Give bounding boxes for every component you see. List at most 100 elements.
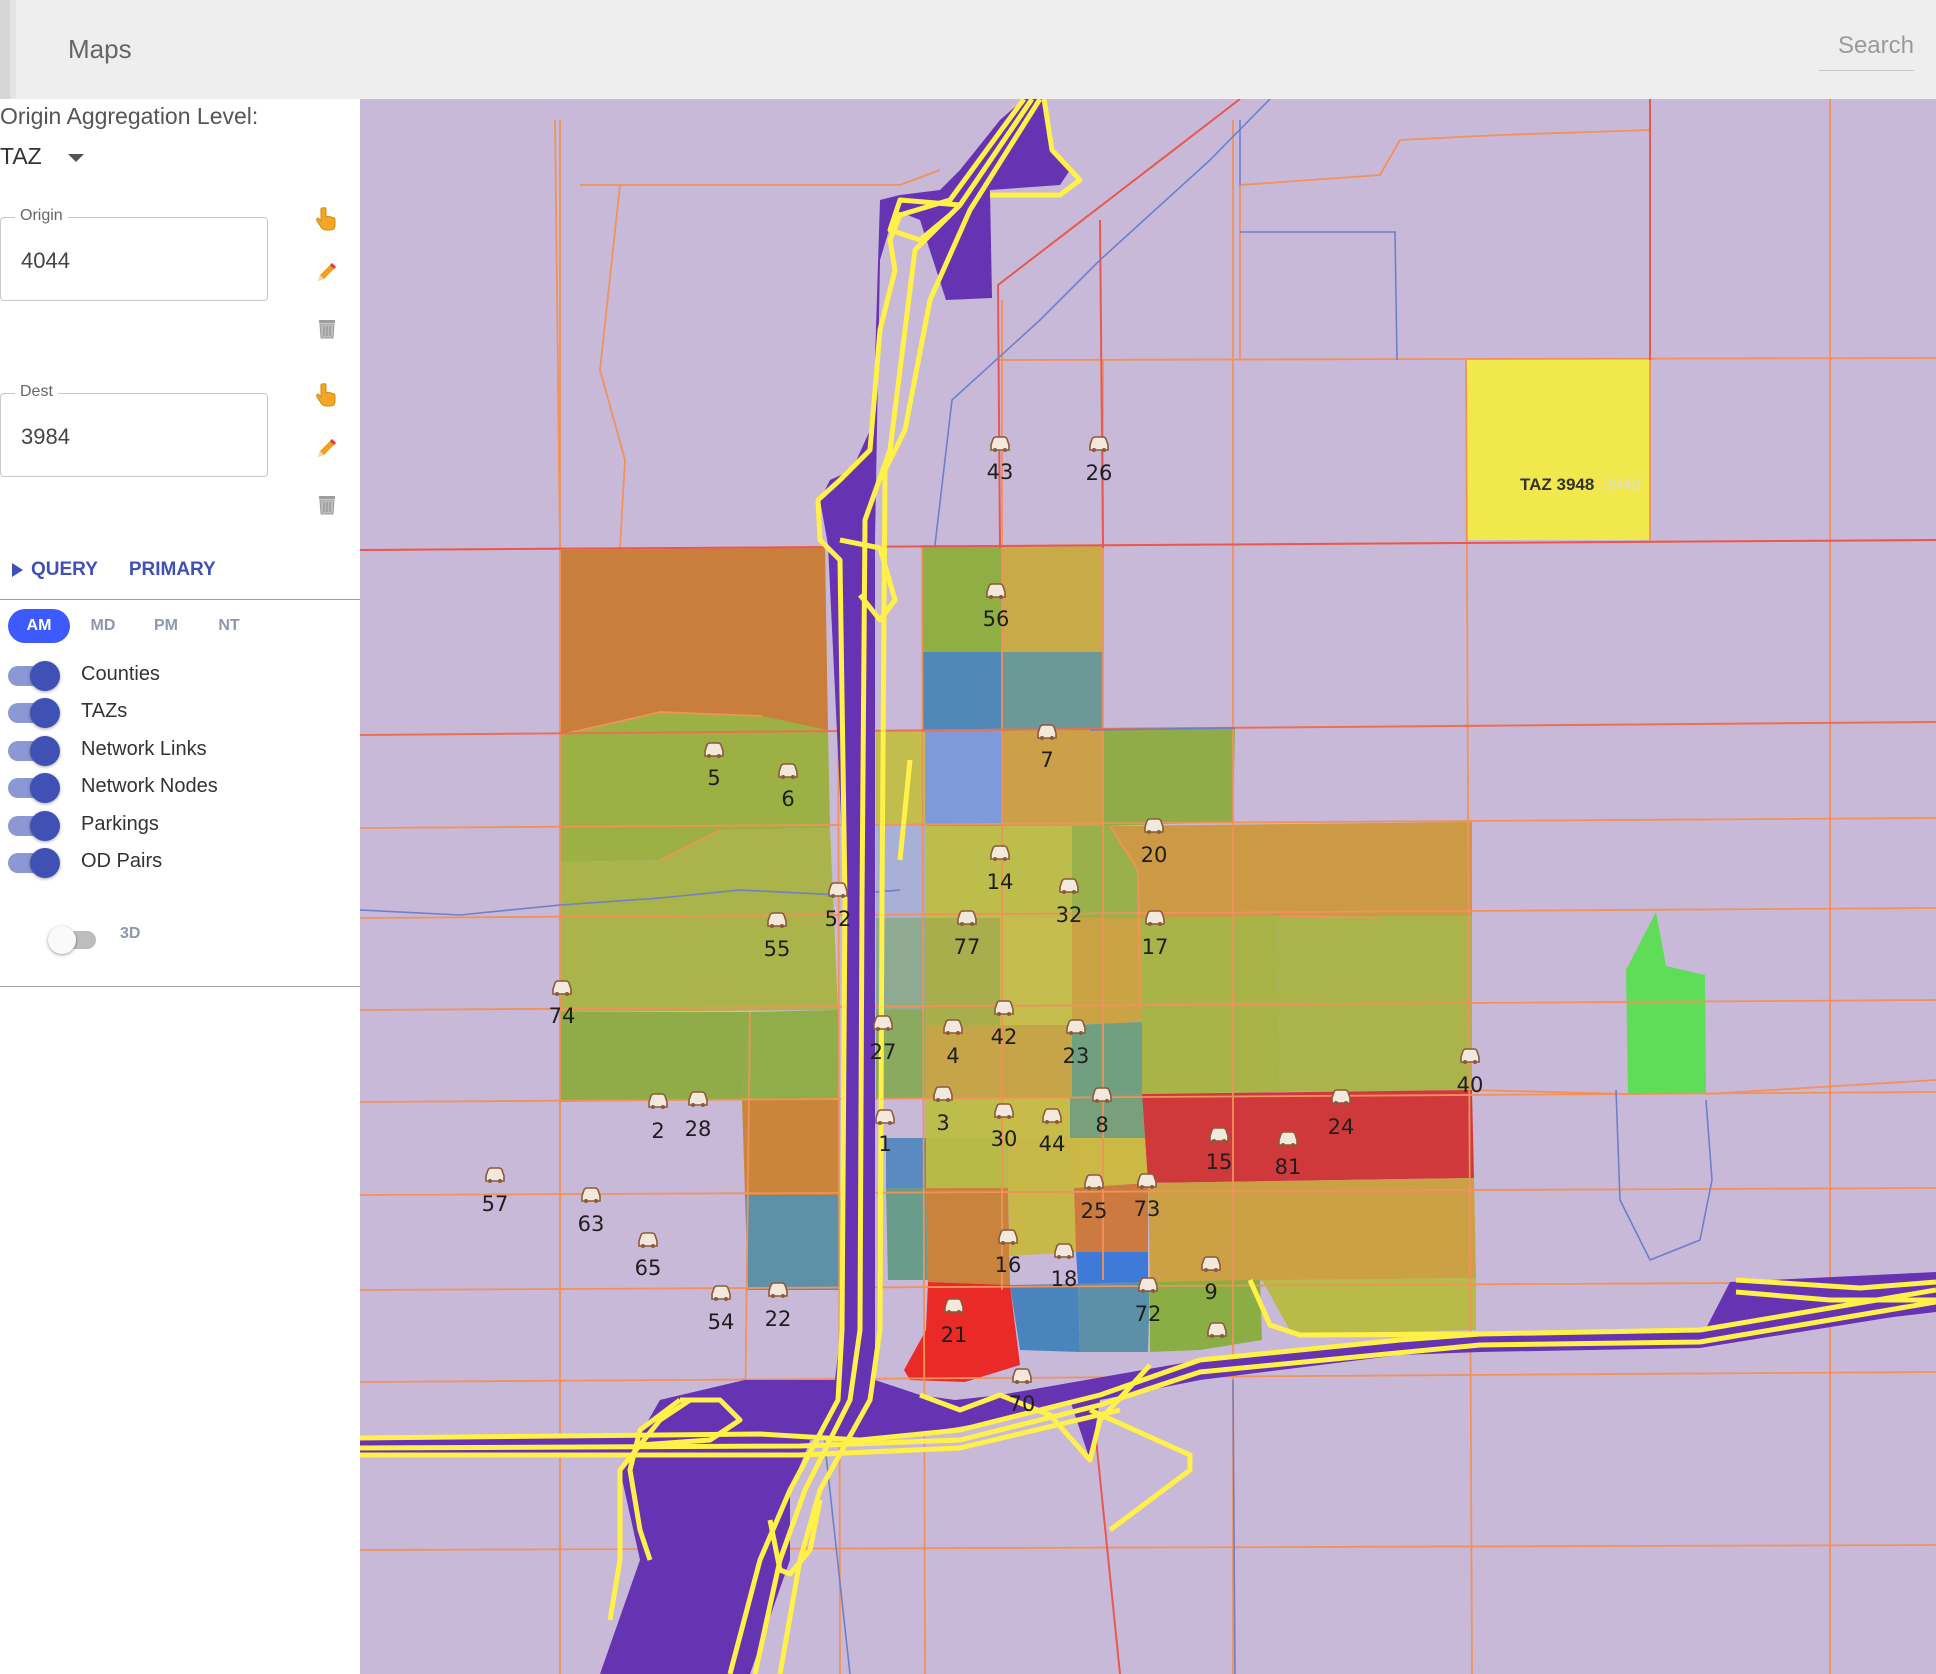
- toggle-3d[interactable]: [48, 926, 98, 954]
- toggle-switch[interactable]: [8, 848, 60, 878]
- taz-zone[interactable]: [745, 1195, 845, 1290]
- parking-marker[interactable]: 24: [1328, 1089, 1355, 1139]
- primary-button[interactable]: PRIMARY: [129, 559, 216, 580]
- parking-marker[interactable]: 81: [1275, 1131, 1302, 1179]
- taz-zone[interactable]: [742, 1100, 840, 1195]
- trash-icon[interactable]: [314, 315, 340, 341]
- parking-marker[interactable]: 27: [870, 1015, 897, 1064]
- taz-zone[interactable]: [1110, 822, 1472, 918]
- tab-pm[interactable]: PM: [135, 609, 197, 643]
- taz-zone[interactable]: [1010, 1284, 1080, 1352]
- parking-marker[interactable]: 40: [1457, 1048, 1484, 1097]
- pencil-icon[interactable]: [314, 259, 340, 285]
- parking-marker[interactable]: 57: [482, 1167, 509, 1216]
- parking-marker[interactable]: 2: [648, 1093, 668, 1143]
- parking-marker[interactable]: 74: [549, 980, 576, 1028]
- taz-zone[interactable]: [922, 652, 1002, 730]
- parking-marker[interactable]: 42: [991, 1000, 1018, 1049]
- car-icon: [933, 1086, 953, 1103]
- taz-zone[interactable]: [925, 730, 1002, 826]
- taz-zone[interactable]: [886, 1138, 926, 1188]
- parking-marker[interactable]: 1: [875, 1109, 895, 1156]
- car-icon: [873, 1015, 893, 1032]
- car-icon: [998, 1229, 1018, 1246]
- parking-marker[interactable]: 5: [704, 742, 724, 790]
- car-icon: [778, 763, 798, 780]
- taz-zone[interactable]: [560, 1012, 750, 1102]
- parking-marker[interactable]: 4: [943, 1019, 963, 1068]
- parking-marker[interactable]: 8: [1092, 1087, 1112, 1137]
- tab-md[interactable]: MD: [72, 609, 134, 643]
- hand-pointer-icon[interactable]: [314, 205, 340, 231]
- parking-marker[interactable]: 18: [1051, 1243, 1078, 1291]
- aggregation-level-select[interactable]: TAZ: [0, 143, 85, 170]
- parking-marker[interactable]: 63: [578, 1187, 605, 1236]
- parking-marker[interactable]: 20: [1141, 818, 1168, 867]
- tab-nt[interactable]: NT: [198, 609, 260, 643]
- parking-label: 14: [987, 870, 1014, 894]
- toggle-switch[interactable]: [8, 811, 60, 841]
- tab-am[interactable]: AM: [8, 609, 70, 643]
- taz-zone[interactable]: [560, 548, 828, 735]
- parking-marker[interactable]: 28: [685, 1091, 712, 1141]
- parking-marker[interactable]: 23: [1063, 1019, 1090, 1068]
- taz-zone[interactable]: [1103, 728, 1235, 826]
- search-input[interactable]: Search: [1819, 30, 1914, 71]
- taz-zone[interactable]: [1148, 1178, 1476, 1282]
- parking-marker[interactable]: 22: [765, 1282, 792, 1331]
- taz-zone[interactable]: [742, 1010, 838, 1100]
- parking-marker[interactable]: 73: [1134, 1173, 1161, 1221]
- parking-marker[interactable]: 55: [764, 912, 791, 961]
- taz-zone[interactable]: [1002, 545, 1103, 652]
- car-icon: [994, 1103, 1014, 1120]
- car-icon: [1092, 1087, 1112, 1104]
- parking-marker[interactable]: 14: [987, 845, 1014, 894]
- parking-marker[interactable]: 56: [983, 583, 1010, 631]
- taz-zone[interactable]: [886, 1188, 928, 1280]
- taz-zone-selected[interactable]: [1466, 359, 1650, 540]
- toggle-switch[interactable]: [8, 773, 60, 803]
- parking-marker[interactable]: 30: [991, 1103, 1018, 1151]
- parking-marker[interactable]: 44: [1039, 1108, 1066, 1156]
- parking-marker[interactable]: 32: [1056, 878, 1083, 927]
- pencil-icon[interactable]: [314, 435, 340, 461]
- parking-marker[interactable]: 7: [1037, 724, 1057, 772]
- parking-marker[interactable]: 43: [987, 436, 1014, 484]
- taz-zone[interactable]: [1072, 918, 1142, 1025]
- taz-zone[interactable]: [1626, 912, 1706, 1094]
- parking-marker[interactable]: 54: [708, 1285, 735, 1334]
- toggle-switch[interactable]: [8, 661, 60, 691]
- taz-zone[interactable]: [1262, 1278, 1476, 1334]
- parking-marker[interactable]: 72: [1135, 1277, 1162, 1326]
- taz-zone[interactable]: [1076, 1252, 1148, 1284]
- parking-marker[interactable]: 9: [1201, 1256, 1221, 1304]
- parking-marker[interactable]: 3: [933, 1086, 953, 1135]
- taz-zone[interactable]: [1002, 730, 1103, 826]
- parking-marker[interactable]: 6: [778, 763, 798, 811]
- parking-marker[interactable]: 65: [635, 1232, 662, 1280]
- toggle-switch[interactable]: [8, 736, 60, 766]
- parking-marker[interactable]: 26: [1086, 436, 1113, 485]
- toggle-switch[interactable]: [8, 698, 60, 728]
- query-button[interactable]: QUERY: [12, 559, 98, 580]
- parking-marker[interactable]: 17: [1142, 910, 1169, 959]
- map-canvas[interactable]: TAZ 3948 3948 43 26 56 7 5 6 20 14 32 52…: [360, 99, 1936, 1674]
- hand-pointer-icon[interactable]: [314, 381, 340, 407]
- car-icon: [1201, 1256, 1221, 1273]
- taz-zone[interactable]: [1142, 1090, 1474, 1183]
- parking-marker[interactable]: 25: [1081, 1174, 1108, 1223]
- trash-icon[interactable]: [314, 491, 340, 517]
- car-icon: [986, 583, 1006, 600]
- taz-zone[interactable]: [1002, 652, 1103, 730]
- parking-marker[interactable]: 21: [941, 1298, 968, 1347]
- parking-label: 73: [1134, 1197, 1161, 1221]
- dest-field[interactable]: Dest 3984: [0, 383, 268, 477]
- parking-marker[interactable]: 52: [825, 882, 852, 931]
- origin-field[interactable]: Origin 4044: [0, 207, 268, 301]
- parking-marker[interactable]: 16: [995, 1229, 1022, 1277]
- parking-marker[interactable]: 15: [1206, 1127, 1233, 1174]
- map-view[interactable]: TAZ 3948 3948 43 26 56 7 5 6 20 14 32 52…: [360, 99, 1936, 1674]
- parking-marker[interactable]: 77: [954, 910, 981, 959]
- parking-marker[interactable]: [1207, 1322, 1227, 1339]
- parking-marker[interactable]: 70: [1009, 1368, 1036, 1416]
